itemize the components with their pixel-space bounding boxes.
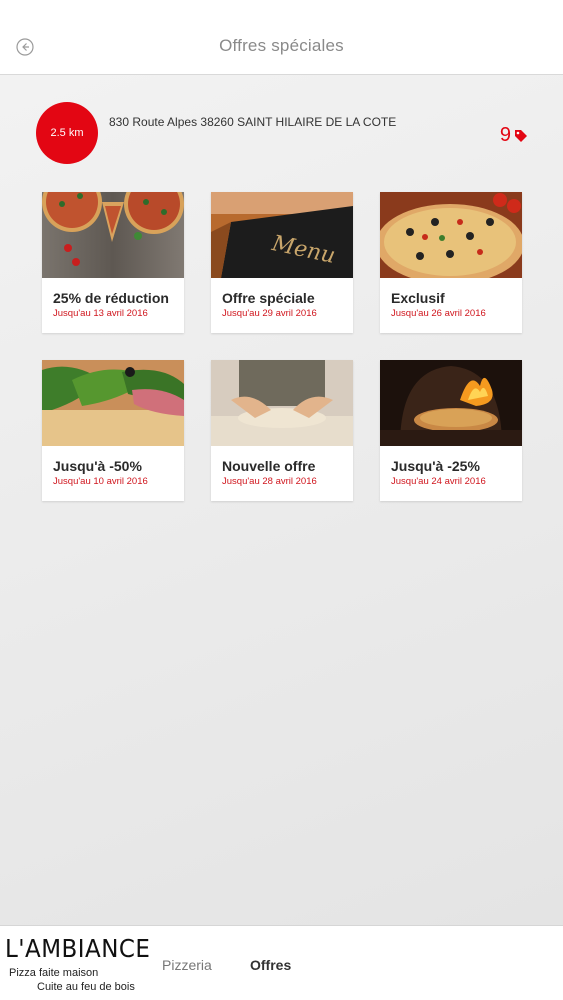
distance-badge: 2.5 km xyxy=(36,102,98,164)
brand-tagline: Cuite au feu de bois xyxy=(37,981,135,993)
pizza-olives-image xyxy=(380,192,522,278)
offer-title: Nouvelle offre xyxy=(222,458,316,474)
offer-title: Offre spéciale xyxy=(222,290,315,306)
brand-tagline: Pizza faite maison xyxy=(9,967,99,979)
price-tag-icon xyxy=(513,128,529,144)
store-address: 830 Route Alpes 38260 SAINT HILAIRE DE L… xyxy=(109,115,397,129)
offer-date: Jusqu'au 10 avril 2016 xyxy=(53,476,148,487)
offer-count-badge[interactable]: 9 xyxy=(500,124,529,147)
offer-title: 25% de réduction xyxy=(53,290,169,306)
page-title: Offres spéciales xyxy=(219,36,344,55)
offer-title: Jusqu'à -50% xyxy=(53,458,142,474)
nav-pizzeria[interactable]: Pizzeria xyxy=(162,957,212,973)
dough-kneading-image xyxy=(211,360,353,446)
offer-card[interactable]: Jusqu'à -25% Jusqu'au 24 avril 2016 xyxy=(380,360,522,501)
offer-title: Exclusif xyxy=(391,290,445,306)
offer-date: Jusqu'au 24 avril 2016 xyxy=(391,476,486,487)
nav-offres[interactable]: Offres xyxy=(250,957,291,973)
offer-date: Jusqu'au 28 avril 2016 xyxy=(222,476,317,487)
offer-date: Jusqu'au 13 avril 2016 xyxy=(53,308,148,319)
offer-date: Jusqu'au 29 avril 2016 xyxy=(222,308,317,319)
offer-title: Jusqu'à -25% xyxy=(391,458,480,474)
brand-logo: L'AMBIANCE xyxy=(5,934,151,963)
offer-card[interactable]: Jusqu'à -50% Jusqu'au 10 avril 2016 xyxy=(42,360,184,501)
bottom-bar: L'AMBIANCE Pizza faite maison Cuite au f… xyxy=(0,925,563,1000)
offer-card[interactable]: 25% de réduction Jusqu'au 13 avril 2016 xyxy=(42,192,184,333)
offer-count: 9 xyxy=(499,124,511,146)
pizzas-on-wood-image xyxy=(42,192,184,278)
offer-date: Jusqu'au 26 avril 2016 xyxy=(391,308,486,319)
offer-card[interactable]: Nouvelle offre Jusqu'au 28 avril 2016 xyxy=(211,360,353,501)
wood-fired-oven-image xyxy=(380,360,522,446)
salad-ham-pizza-image xyxy=(42,360,184,446)
offer-card[interactable]: Exclusif Jusqu'au 26 avril 2016 xyxy=(380,192,522,333)
menu-card-image: Menu xyxy=(211,192,353,278)
top-bar: Offres spéciales xyxy=(0,0,563,75)
offer-card[interactable]: Menu Offre spéciale Jusqu'au 29 avril 20… xyxy=(211,192,353,333)
